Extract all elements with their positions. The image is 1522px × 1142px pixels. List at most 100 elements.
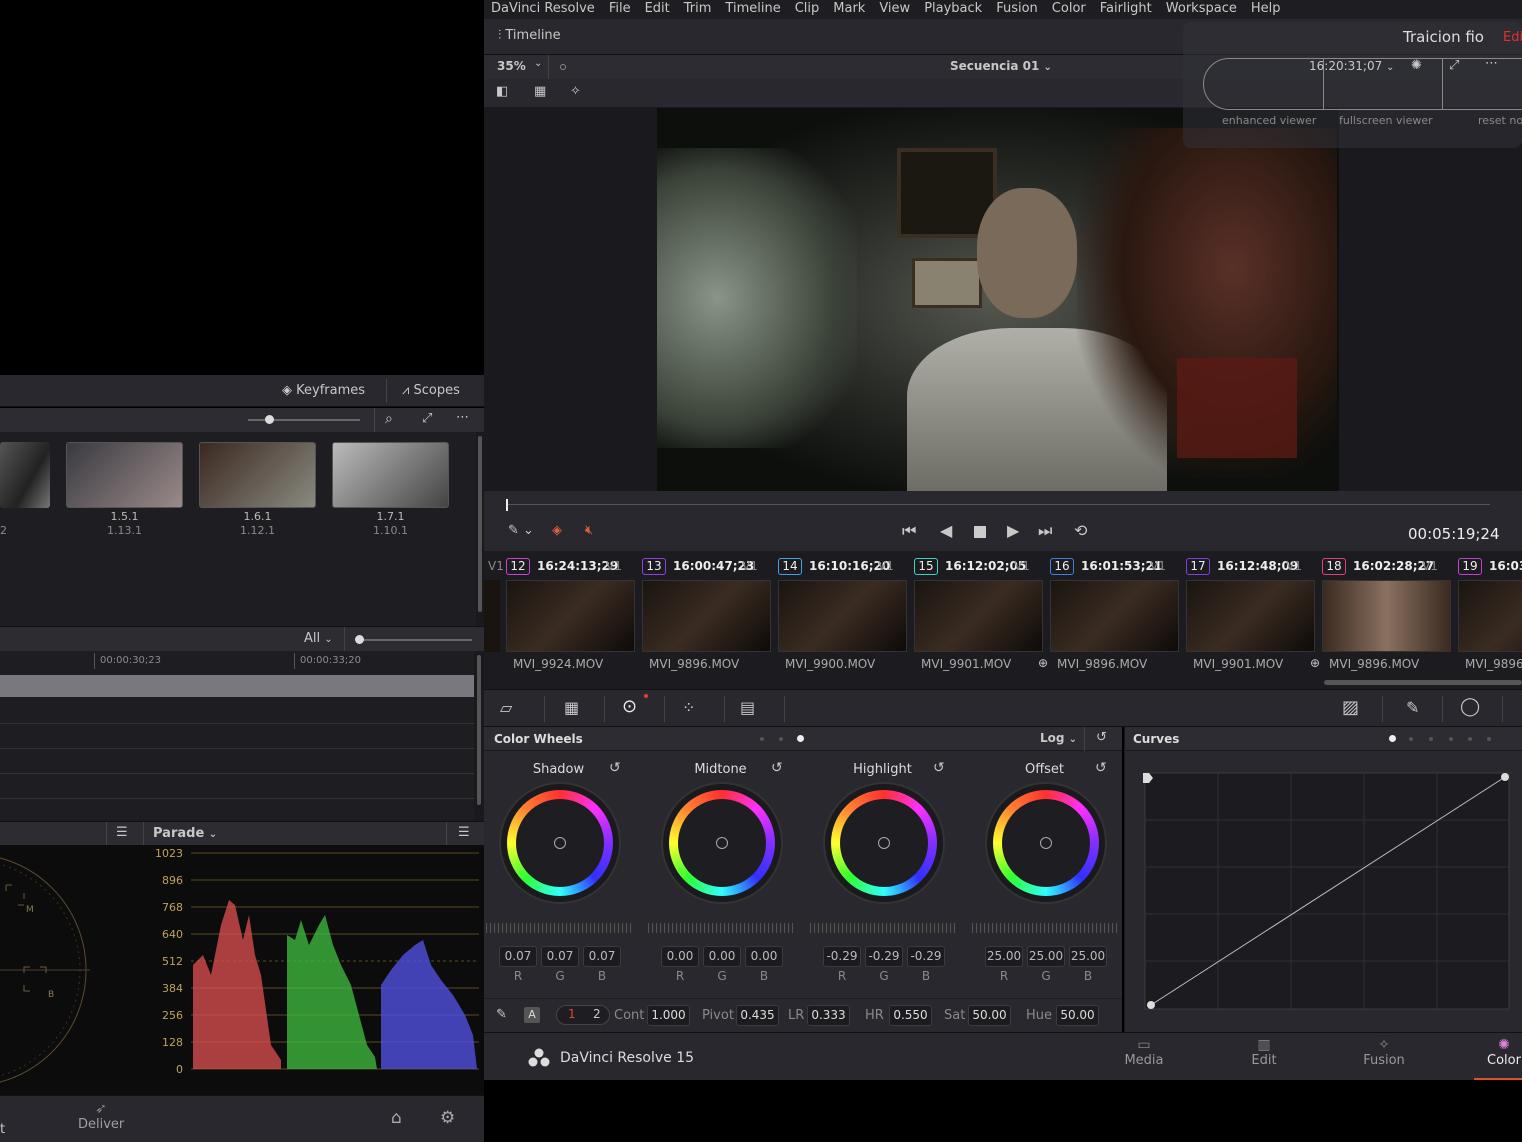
clip-scrollbar[interactable] bbox=[1324, 680, 1522, 685]
source-timecode-dropdown[interactable]: 16:20:31;07 ⌄ bbox=[1309, 59, 1394, 73]
page-dot[interactable] bbox=[1468, 737, 1472, 741]
mute-icon[interactable]: 🔇︎ bbox=[585, 523, 593, 538]
clip-thumbnail[interactable] bbox=[1322, 580, 1451, 652]
page-tab-edit[interactable]: ▥ Edit bbox=[1234, 1037, 1294, 1080]
page-tab-partial[interactable]: t bbox=[0, 1122, 5, 1137]
param-value-field[interactable]: 0.435 bbox=[736, 1005, 779, 1026]
master-wheel-slider[interactable] bbox=[648, 923, 794, 933]
gallery-scrollbar[interactable] bbox=[476, 432, 484, 626]
scrollbar-thumb[interactable] bbox=[477, 655, 481, 805]
wheel-g-value[interactable]: 0.00 bbox=[703, 946, 741, 967]
clip-thumbnail[interactable] bbox=[1050, 580, 1179, 652]
parade-settings-icon[interactable]: ☰ bbox=[458, 825, 470, 840]
menu-item[interactable]: Workspace bbox=[1166, 1, 1237, 16]
menu-item[interactable]: Timeline bbox=[725, 1, 780, 16]
wheel-cursor[interactable] bbox=[1040, 837, 1052, 849]
param-value-field[interactable]: 50.00 bbox=[1056, 1005, 1099, 1026]
page-tab-media[interactable]: ▭ Media bbox=[1114, 1037, 1174, 1080]
curves-icon[interactable]: ▨ bbox=[1342, 697, 1359, 718]
viewer-image[interactable] bbox=[657, 108, 1339, 491]
still-thumbnail[interactable] bbox=[0, 442, 50, 508]
picker-tool-icon[interactable]: ✎ ⌄ bbox=[508, 523, 534, 538]
home-icon[interactable]: ⌂ bbox=[391, 1108, 402, 1128]
param-value-field[interactable]: 50.00 bbox=[968, 1005, 1011, 1026]
master-wheel-slider[interactable] bbox=[972, 923, 1118, 933]
scopes-button[interactable]: ⩘ Scopes bbox=[402, 383, 460, 398]
qualifier-icon[interactable]: ✎ bbox=[1406, 698, 1419, 717]
color-wheel[interactable] bbox=[663, 784, 781, 902]
skip-back-icon[interactable]: ⏮︎ bbox=[902, 521, 916, 541]
clip-thumbnail[interactable] bbox=[1458, 580, 1522, 652]
wheel-mode-dropdown[interactable]: Log ⌄ bbox=[1040, 731, 1077, 745]
menu-item[interactable]: Help bbox=[1251, 1, 1281, 16]
param-value-field[interactable]: 0.333 bbox=[807, 1005, 850, 1026]
page-dot-active[interactable] bbox=[1389, 735, 1396, 742]
menu-item[interactable]: Clip bbox=[795, 1, 820, 16]
page-tab-color[interactable]: ✺ Color bbox=[1474, 1037, 1522, 1080]
menu-item[interactable]: Color bbox=[1052, 1, 1086, 16]
page-dot[interactable] bbox=[1449, 737, 1453, 741]
curve-editor[interactable] bbox=[1143, 771, 1511, 1013]
wheel-reset-icon[interactable]: ↺ bbox=[1095, 760, 1107, 776]
menu-item[interactable]: File bbox=[609, 1, 631, 16]
wheel-g-value[interactable]: 25.00 bbox=[1027, 946, 1065, 967]
clip-thumbnail[interactable] bbox=[914, 580, 1043, 652]
menu-item[interactable]: Fusion bbox=[996, 1, 1038, 16]
scrollbar-thumb[interactable] bbox=[478, 436, 482, 612]
rgb-mixer-icon[interactable]: ⁘ bbox=[682, 698, 695, 717]
reset-nodes-button[interactable]: reset no bbox=[1478, 114, 1522, 127]
page-dot[interactable] bbox=[1429, 737, 1433, 741]
still-thumbnail[interactable] bbox=[199, 442, 316, 508]
clip-thumbnail[interactable] bbox=[1186, 580, 1315, 652]
timeline-toggle[interactable]: ⫶ Timeline bbox=[498, 28, 561, 43]
more-options-icon[interactable]: ⋯ bbox=[456, 410, 469, 425]
wheel-reset-icon[interactable]: ↺ bbox=[609, 760, 621, 776]
color-match-icon[interactable]: ▦ bbox=[564, 698, 579, 717]
color-wheel[interactable] bbox=[987, 784, 1105, 902]
vectorscope-settings-icon[interactable]: ☰ bbox=[116, 825, 128, 840]
wheel-reset-icon[interactable]: ↺ bbox=[933, 760, 945, 776]
wheel-cursor[interactable] bbox=[554, 837, 566, 849]
wheel-cursor[interactable] bbox=[716, 837, 728, 849]
play-icon[interactable]: ▶︎ bbox=[1007, 521, 1019, 540]
clip-thumbnail[interactable] bbox=[642, 580, 771, 652]
wheel-b-value[interactable]: 25.00 bbox=[1069, 946, 1107, 967]
wheel-g-value[interactable]: 0.07 bbox=[541, 946, 579, 967]
still-thumbnail[interactable] bbox=[66, 442, 183, 508]
single-viewer-icon[interactable]: ◧ bbox=[496, 84, 508, 99]
menu-item[interactable]: Trim bbox=[684, 1, 712, 16]
wheel-b-value[interactable]: 0.07 bbox=[583, 946, 621, 967]
page-1-button[interactable]: 1 bbox=[568, 1007, 576, 1021]
chevron-down-icon[interactable]: ⌄ bbox=[534, 58, 542, 69]
keyframes-button[interactable]: ◈ Keyframes bbox=[282, 383, 365, 398]
clip-thumbnail-partial[interactable] bbox=[484, 580, 500, 652]
wheel-cursor[interactable] bbox=[878, 837, 890, 849]
menu-item[interactable]: Edit bbox=[645, 1, 670, 16]
menu-item[interactable]: DaVinci Resolve bbox=[491, 1, 595, 16]
enhanced-viewer-button[interactable]: enhanced viewer bbox=[1222, 114, 1316, 127]
color-wheel[interactable] bbox=[501, 784, 619, 902]
color-picker-icon[interactable]: ✺ bbox=[1411, 58, 1422, 73]
slider-handle[interactable] bbox=[265, 415, 274, 424]
split-screen-icon[interactable]: ▦ bbox=[534, 84, 546, 99]
page-dot[interactable] bbox=[1487, 737, 1491, 741]
keyframe-filter-dropdown[interactable]: All ⌄ bbox=[304, 631, 333, 646]
page-2-button[interactable]: 2 bbox=[593, 1007, 601, 1021]
page-dot[interactable] bbox=[760, 737, 764, 741]
playhead[interactable] bbox=[506, 499, 508, 511]
more-options-icon[interactable]: ⋯ bbox=[1485, 56, 1498, 71]
wheel-r-value[interactable]: 0.00 bbox=[661, 946, 699, 967]
page-dot-active[interactable] bbox=[797, 735, 804, 742]
color-wheels-icon[interactable]: ⊙ bbox=[622, 696, 637, 717]
deliver-page-button[interactable]: ➶ Deliver bbox=[78, 1101, 124, 1132]
still-thumbnail[interactable] bbox=[332, 442, 449, 508]
clip-thumbnail[interactable] bbox=[778, 580, 907, 652]
fullscreen-viewer-button[interactable]: fullscreen viewer bbox=[1339, 114, 1433, 127]
param-value-field[interactable]: 0.550 bbox=[889, 1005, 932, 1026]
master-wheel-slider[interactable] bbox=[486, 923, 632, 933]
page-dot[interactable] bbox=[779, 737, 783, 741]
loop-icon[interactable]: ⟲ bbox=[1074, 521, 1087, 540]
keyframes-scrollbar[interactable] bbox=[474, 651, 484, 821]
wheel-r-value[interactable]: 0.07 bbox=[499, 946, 537, 967]
skip-forward-icon[interactable]: ⏭︎ bbox=[1038, 521, 1052, 541]
